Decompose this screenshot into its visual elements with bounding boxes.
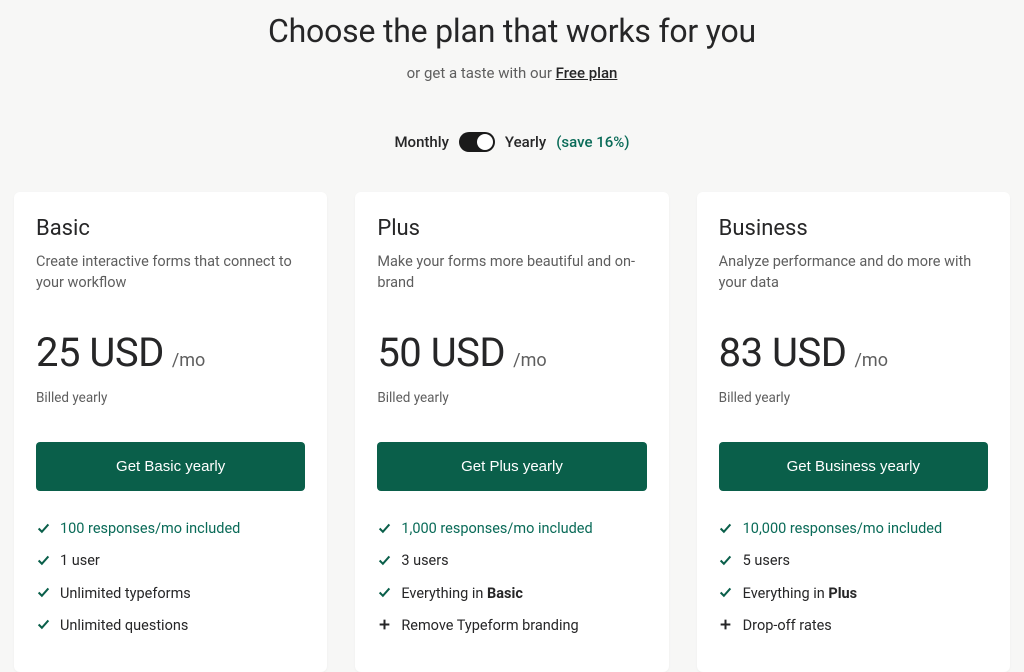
price-period: /mo	[854, 350, 887, 371]
feature-text: Unlimited questions	[60, 616, 188, 636]
yearly-label[interactable]: Yearly	[505, 133, 546, 151]
plan-cta-button[interactable]: Get Basic yearly	[36, 442, 305, 491]
feature-text: 5 users	[743, 551, 790, 571]
feature-item: Everything in Plus	[719, 584, 988, 604]
billed-note: Billed yearly	[719, 390, 988, 406]
feature-list: 100 responses/mo included 1 user Unlimited…	[36, 519, 305, 636]
feature-text-bold: Plus	[828, 585, 857, 602]
feature-text: 100 responses/mo included	[60, 519, 240, 539]
check-icon	[377, 586, 391, 600]
feature-list: 1,000 responses/mo included 3 users Everyt…	[377, 519, 646, 636]
plan-description: Make your forms more beautiful and on-br…	[377, 251, 646, 295]
check-icon	[36, 586, 50, 600]
feature-item: Unlimited questions	[36, 616, 305, 636]
check-icon	[719, 586, 733, 600]
feature-item: 10,000 responses/mo included	[719, 519, 988, 539]
billing-toggle[interactable]	[459, 132, 495, 152]
plan-name: Business	[719, 216, 988, 241]
feature-text: 1,000 responses/mo included	[401, 519, 592, 539]
monthly-label[interactable]: Monthly	[394, 133, 448, 151]
feature-text: 10,000 responses/mo included	[743, 519, 942, 539]
feature-list: 10,000 responses/mo included 5 users Every…	[719, 519, 988, 636]
free-plan-link[interactable]: Free plan	[556, 64, 618, 82]
savings-text: (save 16%)	[556, 133, 629, 151]
feature-item: 5 users	[719, 551, 988, 571]
billing-toggle-row: Monthly Yearly (save 16%)	[0, 132, 1024, 152]
feature-item: Remove Typeform branding	[377, 616, 646, 636]
subtitle-prefix: or get a taste with our	[407, 64, 556, 82]
plan-cta-button[interactable]: Get Business yearly	[719, 442, 988, 491]
feature-item: 1,000 responses/mo included	[377, 519, 646, 539]
plan-card: Plus Make your forms more beautiful and o…	[355, 192, 668, 672]
plan-description: Create interactive forms that connect to…	[36, 251, 305, 295]
price-row: 83 USD/mo	[719, 329, 988, 376]
feature-text: 1 user	[60, 551, 100, 571]
feature-item: 1 user	[36, 551, 305, 571]
price-row: 25 USD/mo	[36, 329, 305, 376]
feature-text-prefix: Everything in	[743, 585, 829, 602]
pricing-header: Choose the plan that works for you or ge…	[0, 0, 1024, 182]
plus-icon	[719, 618, 733, 632]
price-row: 50 USD/mo	[377, 329, 646, 376]
plan-name: Basic	[36, 216, 305, 241]
feature-text: Everything in Plus	[743, 584, 857, 604]
billed-note: Billed yearly	[36, 390, 305, 406]
price-period: /mo	[172, 350, 205, 371]
check-icon	[36, 521, 50, 535]
feature-text: Remove Typeform branding	[401, 616, 578, 636]
check-icon	[377, 521, 391, 535]
plus-icon	[377, 618, 391, 632]
plan-card: Basic Create interactive forms that conne…	[14, 192, 327, 672]
plans-grid: Basic Create interactive forms that conne…	[0, 182, 1024, 672]
plan-cta-button[interactable]: Get Plus yearly	[377, 442, 646, 491]
feature-item: 3 users	[377, 551, 646, 571]
feature-text-bold: Basic	[487, 585, 523, 602]
feature-text: Drop-off rates	[743, 616, 832, 636]
feature-item: 100 responses/mo included	[36, 519, 305, 539]
plan-name: Plus	[377, 216, 646, 241]
feature-text: 3 users	[401, 551, 448, 571]
price-period: /mo	[513, 350, 546, 371]
feature-text-prefix: Everything in	[401, 585, 487, 602]
feature-item: Everything in Basic	[377, 584, 646, 604]
check-icon	[719, 553, 733, 567]
price-amount: 83 USD	[719, 329, 847, 376]
check-icon	[36, 618, 50, 632]
page-title: Choose the plan that works for you	[0, 12, 1024, 50]
plan-description: Analyze performance and do more with you…	[719, 251, 988, 295]
check-icon	[719, 521, 733, 535]
check-icon	[36, 553, 50, 567]
feature-item: Unlimited typeforms	[36, 584, 305, 604]
subtitle: or get a taste with our Free plan	[0, 64, 1024, 82]
price-amount: 25 USD	[36, 329, 164, 376]
price-amount: 50 USD	[377, 329, 505, 376]
billed-note: Billed yearly	[377, 390, 646, 406]
feature-text: Everything in Basic	[401, 584, 523, 604]
feature-text: Unlimited typeforms	[60, 584, 191, 604]
check-icon	[377, 553, 391, 567]
feature-item: Drop-off rates	[719, 616, 988, 636]
toggle-knob	[477, 134, 493, 150]
plan-card: Business Analyze performance and do more …	[697, 192, 1010, 672]
